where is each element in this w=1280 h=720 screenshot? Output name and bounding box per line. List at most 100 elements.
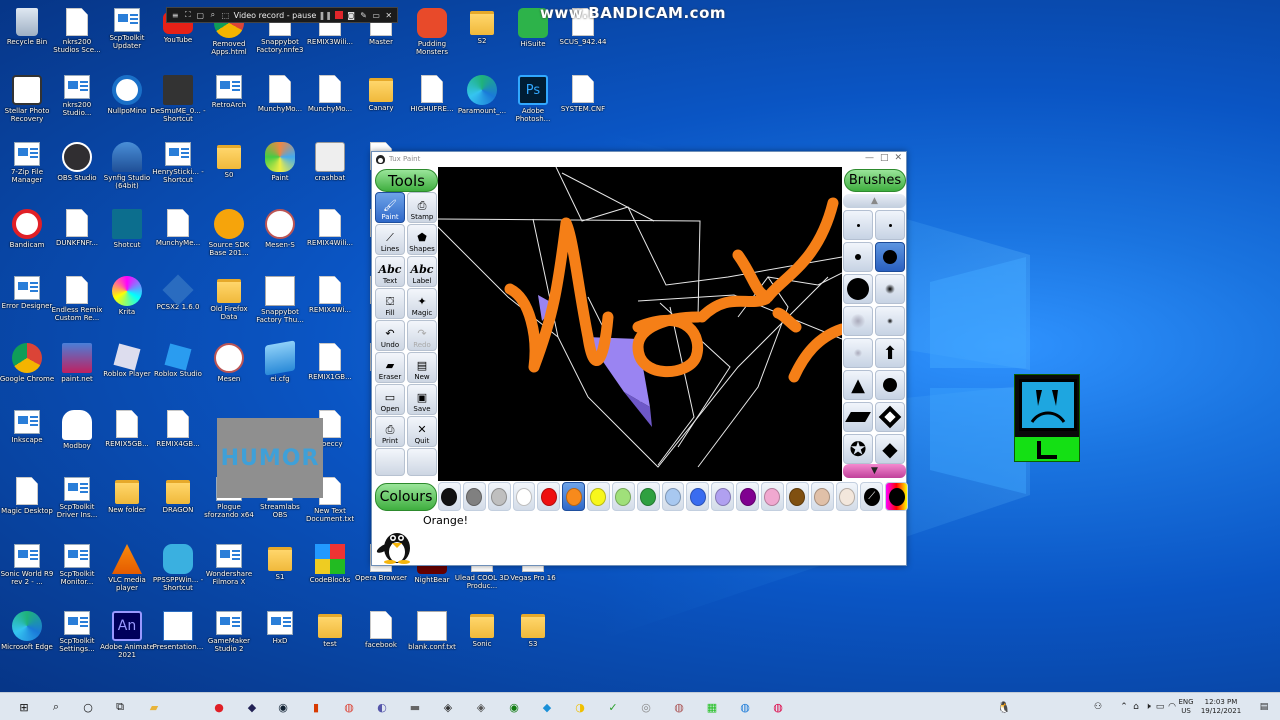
- desktop-icon[interactable]: ei.cfg: [253, 340, 307, 407]
- desktop-icon[interactable]: PCSX2 1.6.0: [151, 274, 205, 340]
- drawing-canvas[interactable]: [438, 167, 842, 481]
- desktop-icon[interactable]: MunchyMe...: [151, 207, 205, 273]
- office-icon[interactable]: ▮: [308, 699, 324, 715]
- brush-option[interactable]: ◆: [875, 434, 905, 464]
- desktop-icon[interactable]: Modboy: [50, 408, 104, 474]
- tool-lines[interactable]: ⟋ Lines: [375, 224, 405, 255]
- colour-picker-button[interactable]: ⟋: [860, 482, 884, 511]
- desktop-icon[interactable]: SYSTEM.CNF: [556, 73, 610, 139]
- brush-option[interactable]: [875, 306, 905, 336]
- desktop-icon[interactable]: Source SDK Base 201...: [202, 207, 256, 273]
- colour-swatch-pink[interactable]: [760, 482, 784, 511]
- desktop-icon[interactable]: Krita: [100, 274, 154, 340]
- tool-text[interactable]: Abc Text: [375, 256, 405, 287]
- app-icon[interactable]: ◆: [539, 699, 555, 715]
- desktop-icon[interactable]: Stellar Photo Recovery: [0, 73, 54, 139]
- tool-open[interactable]: ▭ Open: [375, 384, 405, 415]
- colour-swatch-yellow[interactable]: [587, 482, 610, 511]
- tuxpaint-window[interactable]: Tux Paint — □ ✕ Tools Brushes 🖌 Paint ⎙ Sta…: [371, 151, 909, 566]
- colour-swatch-beige[interactable]: [835, 482, 859, 511]
- pause-icon[interactable]: ❚❚: [319, 10, 332, 20]
- edge-icon[interactable]: ◍: [737, 699, 753, 715]
- rainbow-colour-button[interactable]: [885, 482, 909, 511]
- desktop-icon[interactable]: REMIX1GB...: [303, 341, 357, 407]
- desktop-icon[interactable]: S1: [253, 542, 307, 608]
- desktop-icon[interactable]: test: [303, 609, 357, 675]
- desktop-icon[interactable]: Sonic: [455, 609, 509, 675]
- app-icon[interactable]: ◆: [244, 699, 260, 715]
- colour-swatch-blue[interactable]: [686, 482, 710, 511]
- tool-undo[interactable]: ↶ Undo: [375, 320, 405, 351]
- close-icon[interactable]: ✕: [894, 153, 902, 163]
- tuxpaint-titlebar[interactable]: Tux Paint — □ ✕: [372, 152, 906, 166]
- desktop-icon[interactable]: facebook: [354, 609, 408, 675]
- close-icon[interactable]: ✕: [384, 10, 393, 20]
- camera-icon[interactable]: ◙: [347, 10, 356, 20]
- desktop-icon[interactable]: Microsoft Edge: [0, 609, 54, 675]
- brush-option[interactable]: [875, 242, 905, 272]
- cortana-icon[interactable]: ○: [80, 699, 96, 715]
- brush-option[interactable]: [843, 306, 873, 336]
- desktop-icon[interactable]: REMIX4Wi...: [303, 274, 357, 340]
- desktop-icon[interactable]: paint.net: [50, 341, 104, 407]
- desktop-icon[interactable]: 7-Zip File Manager: [0, 140, 54, 206]
- wifi-icon[interactable]: ◠: [1164, 699, 1180, 715]
- desktop-icon[interactable]: Ps Adobe Photosh...: [506, 73, 560, 139]
- region-icon[interactable]: ▢: [196, 10, 205, 20]
- desktop-icon[interactable]: VLC media player: [100, 542, 154, 608]
- brush-scroll-up-button[interactable]: ▲: [843, 194, 906, 208]
- stop-icon[interactable]: [334, 10, 343, 20]
- desktop-icon[interactable]: Pudding Monsters: [405, 6, 459, 72]
- tool-save[interactable]: ▣ Save: [407, 384, 437, 415]
- file-explorer-icon[interactable]: ▰: [146, 699, 162, 715]
- brush-option[interactable]: ⬆: [875, 338, 905, 368]
- desktop-icon[interactable]: Roblox Player: [100, 341, 154, 407]
- colour-swatch-dark-green[interactable]: [636, 482, 660, 511]
- desktop-icon[interactable]: HIGHUFRE...: [405, 73, 459, 139]
- colour-swatch-light-grey[interactable]: [487, 482, 511, 511]
- tool-fill[interactable]: ⛋ Fill: [375, 288, 405, 319]
- desktop-icon[interactable]: Recycle Bin: [0, 6, 54, 72]
- brush-option[interactable]: ▲: [843, 370, 873, 400]
- brush-option[interactable]: [843, 242, 873, 272]
- desktop-icon[interactable]: S3: [506, 609, 560, 675]
- tool-redo[interactable]: ↷ Redo: [407, 320, 437, 351]
- desktop-icon[interactable]: ScpToolkit Updater: [100, 6, 154, 72]
- tool-shapes[interactable]: ⬟ Shapes: [407, 224, 437, 255]
- desktop-icon[interactable]: Mesen: [202, 341, 256, 407]
- tool-new[interactable]: ▤ New: [407, 352, 437, 383]
- desktop-icon[interactable]: Canary: [354, 73, 408, 139]
- brush-option[interactable]: [875, 370, 905, 400]
- desktop-icon[interactable]: HenrySticki... - Shortcut: [151, 140, 205, 206]
- start-icon[interactable]: ⊞: [16, 699, 32, 715]
- xbox-icon[interactable]: ◉: [506, 699, 522, 715]
- minimize-icon[interactable]: —: [865, 153, 874, 163]
- desktop-icon[interactable]: HxD: [253, 609, 307, 675]
- bandicam-icon[interactable]: ●: [211, 699, 227, 715]
- brush-option[interactable]: [843, 402, 873, 432]
- desktop-icon[interactable]: S2: [455, 6, 509, 72]
- app-icon[interactable]: ◈: [440, 699, 456, 715]
- desktop-icon[interactable]: Google Chrome: [0, 341, 54, 407]
- desktop-icon[interactable]: REMIX4GB...: [151, 408, 205, 474]
- desktop-icon[interactable]: Error Designer: [0, 274, 54, 340]
- desktop-icon[interactable]: ScpToolkit Monitor...: [50, 542, 104, 608]
- brush-option[interactable]: [843, 274, 873, 304]
- pencil-icon[interactable]: ✎: [359, 10, 368, 20]
- search-icon[interactable]: ⌕: [209, 10, 218, 20]
- notification-icon[interactable]: ▤: [1256, 699, 1272, 715]
- desktop-icon[interactable]: Inkscape: [0, 408, 54, 474]
- colour-swatch-sky-blue[interactable]: [661, 482, 685, 511]
- desktop-icon[interactable]: Bandicam: [0, 207, 54, 273]
- search-icon[interactable]: ⌕: [48, 699, 64, 715]
- desktop-icon[interactable]: An Adobe Animate 2021: [100, 609, 154, 675]
- app-icon[interactable]: ◑: [572, 699, 588, 715]
- brush-option[interactable]: ✪: [843, 434, 873, 464]
- tool-print[interactable]: ⎙ Print: [375, 416, 405, 447]
- desktop-icon[interactable]: S0: [202, 140, 256, 206]
- brush-option[interactable]: [875, 210, 905, 240]
- clock[interactable]: 12:03 PM 19/12/2021: [1198, 698, 1244, 716]
- app-icon[interactable]: ◍: [671, 699, 687, 715]
- tool-magic[interactable]: ✦ Magic: [407, 288, 437, 319]
- maximize-icon[interactable]: □: [880, 153, 889, 163]
